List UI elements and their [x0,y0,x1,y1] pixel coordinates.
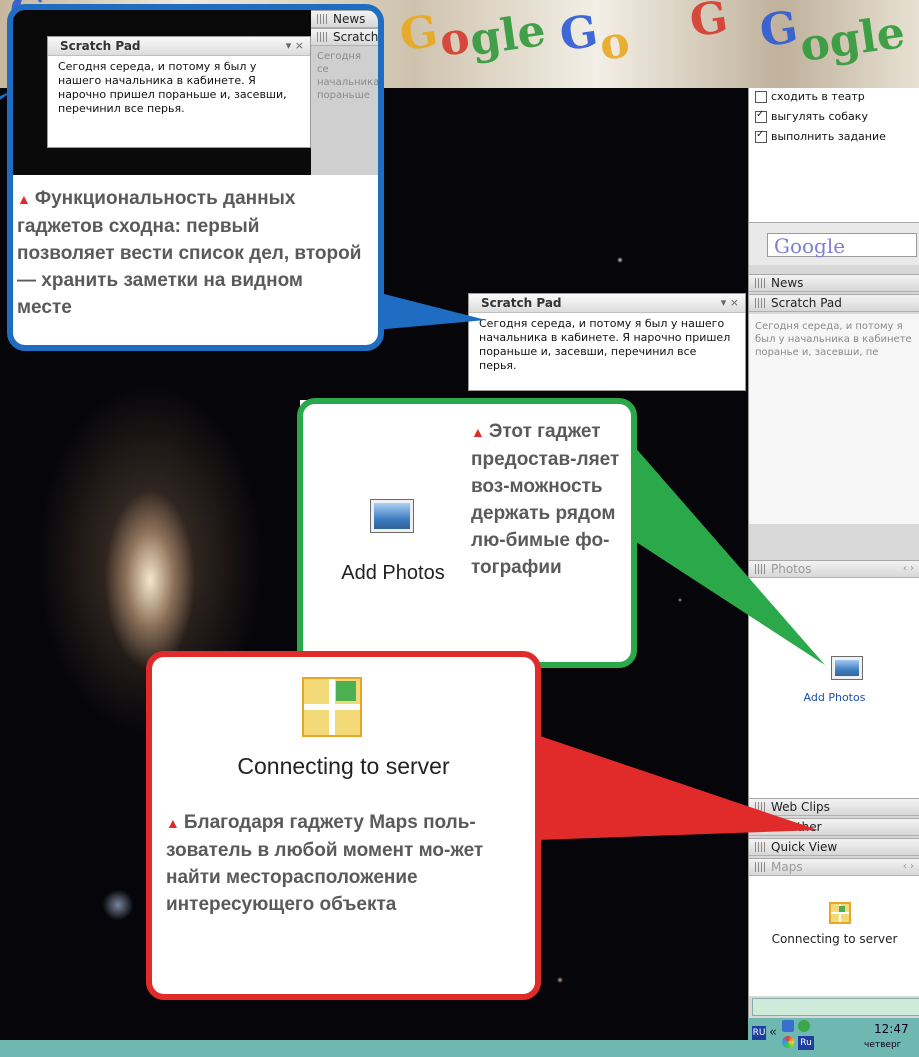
web-clips-label: Web Clips [771,800,830,814]
add-photos-label: Add Photos [341,562,445,584]
mini-scratch-preview: Сегодня се начальника пораньше [317,51,378,101]
scratch-pad-text[interactable]: Сегодня середа, и потому я был у нашего … [469,313,745,377]
connecting-label: Connecting to server [237,753,450,779]
grip-icon[interactable] [755,862,767,872]
maps-header[interactable]: Maps ‹ › [749,858,919,876]
callout-caption: ▲ Этот гаджет предостав-ляет воз-можность… [471,418,631,581]
todo-gadget: сходить в театр выгулять собаку выполнит… [749,88,919,222]
quick-view-header[interactable]: Quick View [749,838,919,856]
photo-icon [370,499,414,533]
maps-label: Maps [771,860,803,874]
tray-expand-icon[interactable]: « [769,1025,777,1040]
news-header[interactable]: News [749,274,919,292]
nav-arrows-icon[interactable]: ‹ › [903,859,914,875]
callout-blue-text: Функциональность данных гаджетов сходна:… [17,188,362,318]
callout-textbox: ▲ Функциональность данных гаджетов сходна… [13,175,378,345]
clock-day: четверг [864,1040,902,1050]
map-icon [829,902,851,924]
callout-todo-scratch: Scratch Pad ▾ × Сегодня середа, и потому… [7,4,384,351]
callout-red-text: Благодаря гаджету Maps поль-зователь в л… [166,812,484,915]
weather-header[interactable]: Weather [749,818,919,836]
web-clips-header[interactable]: Web Clips [749,798,919,816]
todo-item[interactable]: сходить в театр [755,90,865,103]
callout-caption: ▲ Благодаря гаджету Maps поль-зователь в … [166,809,530,918]
mini-news-label: News [333,12,366,26]
photos-header[interactable]: Photos ‹ › [749,560,919,578]
checkbox[interactable] [755,129,767,143]
mini-news-header: News [311,10,378,28]
grip-icon[interactable] [755,298,767,308]
scratch-pad-titlebar[interactable]: Scratch Pad ▾ × [469,294,745,313]
progress-bar [752,998,919,1016]
checkbox[interactable] [755,90,767,103]
todo-label: сходить в театр [771,90,865,103]
photo-icon[interactable] [831,656,863,680]
scratch-pad-preview: Сегодня середа, и потому я был у начальн… [755,321,912,358]
network-icon[interactable] [782,1020,794,1032]
grip-icon[interactable] [755,842,767,852]
grip-icon[interactable] [755,822,767,832]
callout-photos: Add Photos ▲ Этот гаджет предостав-ляет в… [297,398,637,668]
sidebar: сходить в театр выгулять собаку выполнит… [748,88,919,1040]
grip-icon[interactable] [755,278,767,288]
mini-scratch-title: Scratch Pad [60,39,141,53]
google-logo: Google [774,234,846,258]
todo-item[interactable]: выгулять собаку [755,109,868,123]
grip-icon[interactable] [755,564,767,574]
photos-label: Photos [771,562,812,576]
add-photos-link[interactable]: Add Photos [749,691,919,704]
connecting-status: Connecting to server [771,932,898,946]
system-tray: RU « Ru 12:47 четверг [748,1018,919,1057]
news-label: News [771,276,804,290]
todo-item[interactable]: выполнить задание [755,129,886,143]
quick-view-label: Quick View [771,840,838,854]
clock-time[interactable]: 12:47 [874,1022,909,1036]
grip-icon[interactable] [755,802,767,812]
map-icon [302,677,362,737]
triangle-icon: ▲ [471,424,485,440]
triangle-icon: ▲ [166,815,180,831]
mini-window-controls: ▾ × [285,39,304,52]
todo-label: выгулять собаку [771,110,868,123]
scratch-pad-header[interactable]: Scratch Pad [749,294,919,312]
mini-scratch-header: Scratch P [311,28,378,46]
triangle-icon: ▲ [17,191,31,207]
nav-arrows-icon[interactable]: ‹ › [903,561,914,577]
mini-scratch-tab: Scratch P [333,30,378,44]
weather-label: Weather [771,820,822,834]
language-indicator[interactable]: RU [752,1026,766,1040]
callout-caption: ▲ Функциональность данных гаджетов сходна… [13,175,378,321]
google-search-input[interactable]: Google [767,233,917,258]
scratch-pad-label: Scratch Pad [771,296,842,310]
window-controls[interactable]: ▾ × [721,294,739,312]
callout-green-text: Этот гаджет предостав-ляет воз-можность … [471,421,620,578]
checkbox[interactable] [755,109,767,123]
language-bar[interactable]: Ru [798,1036,814,1050]
clover-icon[interactable] [798,1020,810,1032]
callout-maps: Connecting to server ▲ Благодаря гаджету … [146,651,541,1000]
color-wheel-icon[interactable] [782,1036,794,1048]
mini-scratch-text: Сегодня середа, и потому я был у нашего … [58,60,287,115]
photos-body: Add Photos [749,578,919,798]
callout-screenshot: Scratch Pad ▾ × Сегодня середа, и потому… [13,10,378,175]
maps-body: Connecting to server [749,876,919,996]
mini-sidebar: News Scratch P Сегодня се начальника пор… [311,10,378,175]
scratch-pad-window[interactable]: Scratch Pad ▾ × Сегодня середа, и потому… [468,293,746,391]
scratch-pad-title: Scratch Pad [481,296,562,310]
todo-label: выполнить задание [771,130,886,143]
google-search-gadget: Google [749,222,919,265]
mini-scratch-pad: Scratch Pad ▾ × Сегодня середа, и потому… [47,36,311,148]
mini-scratch-title-bar: Scratch Pad ▾ × [48,37,310,56]
